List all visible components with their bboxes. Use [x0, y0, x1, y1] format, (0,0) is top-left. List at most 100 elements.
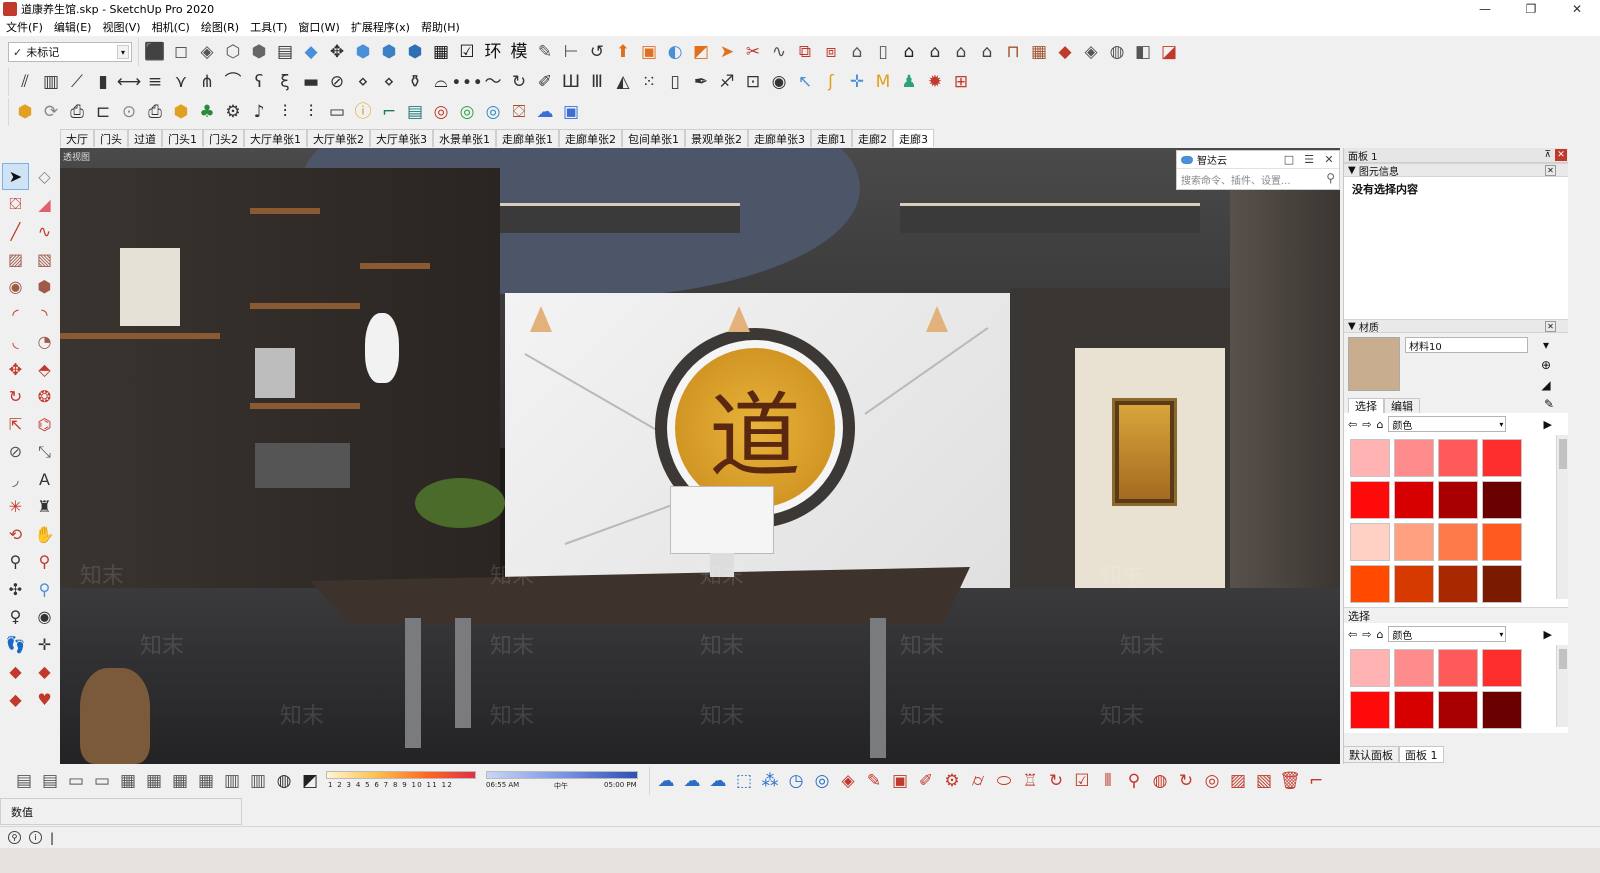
- tape-icon[interactable]: ↺: [584, 39, 610, 65]
- refresh-icon[interactable]: ⟳: [38, 99, 64, 125]
- cube-icon[interactable]: ⬛: [142, 39, 168, 65]
- fork-icon[interactable]: ⋎: [168, 69, 194, 95]
- front-view-icon[interactable]: ⬢: [402, 39, 428, 65]
- color-swatch[interactable]: [1394, 565, 1434, 603]
- edit-red-icon[interactable]: ✎: [861, 768, 887, 794]
- globe-red-icon[interactable]: ◍: [1147, 768, 1173, 794]
- outliner-icon[interactable]: ▦: [428, 39, 454, 65]
- color-swatch[interactable]: [1350, 439, 1390, 477]
- grid-flat-icon[interactable]: ⋄: [376, 69, 402, 95]
- top-view-icon[interactable]: ⬢: [376, 39, 402, 65]
- minimize-button[interactable]: —: [1462, 0, 1508, 18]
- select-arrow-icon[interactable]: ↖: [792, 69, 818, 95]
- color-swatch[interactable]: [1482, 691, 1522, 729]
- menu-item-1[interactable]: 编辑(E): [54, 19, 92, 35]
- scene-tab[interactable]: 走廊3: [893, 129, 934, 147]
- move-icon[interactable]: ✥: [2, 356, 29, 383]
- offset-icon[interactable]: ◩: [688, 39, 714, 65]
- device-icon[interactable]: ▣: [558, 99, 584, 125]
- entity-info-header[interactable]: ▼ 图元信息 ✕: [1344, 163, 1568, 178]
- color-swatch[interactable]: [1438, 481, 1478, 519]
- color-swatch[interactable]: [1438, 439, 1478, 477]
- text-icon[interactable]: A: [31, 466, 58, 493]
- orbit-icon[interactable]: ✥: [324, 39, 350, 65]
- info-icon[interactable]: i: [29, 831, 42, 844]
- cloud-icon[interactable]: ☁: [532, 99, 558, 125]
- scene-tab[interactable]: 大厅: [60, 129, 94, 147]
- menu-item-7[interactable]: 扩展程序(x): [351, 19, 410, 35]
- ens-icon[interactable]: ▤: [402, 99, 428, 125]
- dimension-icon[interactable]: ⤡: [31, 438, 58, 465]
- shaded-texture-icon[interactable]: ◆: [298, 39, 324, 65]
- hemisphere-icon[interactable]: ◉: [766, 69, 792, 95]
- cylinder-red-icon[interactable]: ⌭: [965, 768, 991, 794]
- shadow-time-slider[interactable]: 06:55 AM 中午 05:00 PM: [486, 767, 641, 795]
- door-icon[interactable]: ▯: [870, 39, 896, 65]
- paint-bucket-icon[interactable]: ⛋: [2, 191, 29, 218]
- paint-bucket-icon[interactable]: ⛋: [506, 99, 532, 125]
- globe-icon[interactable]: ◍: [271, 768, 297, 794]
- cloud-sync2-icon[interactable]: ☁: [679, 768, 705, 794]
- color-swatch[interactable]: [1394, 439, 1434, 477]
- hidden-line-icon[interactable]: ⬢: [246, 39, 272, 65]
- search-icon[interactable]: ⚲: [1326, 171, 1335, 185]
- pan-icon[interactable]: ✋: [31, 521, 58, 548]
- rotate-icon[interactable]: ↻: [2, 383, 29, 410]
- roof-icon[interactable]: ⌂: [974, 39, 1000, 65]
- cube-red-icon[interactable]: ◈: [835, 768, 861, 794]
- iso-view-icon[interactable]: ⬢: [350, 39, 376, 65]
- tape-measure-icon[interactable]: ⊘: [2, 438, 29, 465]
- layout6-icon[interactable]: ▥: [245, 768, 271, 794]
- protractor-icon[interactable]: ◞: [2, 466, 29, 493]
- corner-red-icon[interactable]: ⌐: [1303, 768, 1329, 794]
- line-icon[interactable]: ╱: [2, 218, 29, 245]
- capsule-red-icon[interactable]: ⬭: [991, 768, 1017, 794]
- stair-green-icon[interactable]: ⌐: [376, 99, 402, 125]
- offset-icon[interactable]: ⌬: [31, 411, 58, 438]
- zoom-icon[interactable]: ⚲: [2, 548, 29, 575]
- layout-icon[interactable]: ▦: [115, 768, 141, 794]
- scene-tab[interactable]: 门头1: [162, 129, 203, 147]
- forward-arrow-icon[interactable]: ⇨: [1362, 628, 1371, 641]
- cube3d-icon[interactable]: ◆: [1052, 39, 1078, 65]
- image-red-icon[interactable]: ▨: [1225, 768, 1251, 794]
- ramp-icon[interactable]: ⟋: [64, 69, 90, 95]
- color-swatch[interactable]: [1438, 691, 1478, 729]
- box-red2-icon[interactable]: ◆: [31, 658, 58, 685]
- 3d-text-icon[interactable]: ♜: [31, 493, 58, 520]
- rotate-icon[interactable]: ↻: [506, 69, 532, 95]
- color-swatch[interactable]: [1438, 565, 1478, 603]
- details-arrow-icon[interactable]: ▶: [1544, 628, 1552, 641]
- sliders-icon[interactable]: ⫶: [272, 99, 298, 125]
- curve-icon[interactable]: ∿: [766, 39, 792, 65]
- scene-tab[interactable]: 走廊单张1: [496, 129, 559, 147]
- branch-icon[interactable]: ⋔: [194, 69, 220, 95]
- check-red-icon[interactable]: ☑: [1069, 768, 1095, 794]
- wave-icon[interactable]: 〜: [480, 69, 506, 95]
- brush-icon[interactable]: ♐: [714, 69, 740, 95]
- dots-line-icon[interactable]: ∙∙∙: [451, 69, 483, 95]
- measurements-box[interactable]: 数值: [0, 798, 242, 825]
- color-swatch[interactable]: [1482, 649, 1522, 687]
- color-swatch[interactable]: [1394, 649, 1434, 687]
- back-arrow-icon[interactable]: ⇦: [1348, 628, 1357, 641]
- forward-arrow-icon[interactable]: ⇨: [1362, 418, 1371, 431]
- ma-icon[interactable]: M: [870, 69, 896, 95]
- chair-icon[interactable]: ⊓: [1000, 39, 1026, 65]
- pin-icon[interactable]: ⊼: [1544, 150, 1551, 160]
- menu-item-6[interactable]: 窗口(W): [298, 19, 339, 35]
- follow-me-icon[interactable]: ❂: [31, 383, 58, 410]
- position-camera-icon[interactable]: ♀: [2, 603, 29, 630]
- xray-icon[interactable]: ◈: [194, 39, 220, 65]
- back-arrow-icon[interactable]: ⇦: [1348, 418, 1357, 431]
- draw-icon[interactable]: ✐: [532, 69, 558, 95]
- swirl-green-icon[interactable]: ◎: [454, 99, 480, 125]
- align-icon[interactable]: ≡: [142, 69, 168, 95]
- mesh-icon[interactable]: ▦: [1026, 39, 1052, 65]
- check-icon[interactable]: ☑: [454, 39, 480, 65]
- tag-select[interactable]: ✓ 未标记 ▾: [8, 42, 132, 62]
- pen-icon[interactable]: ✎: [532, 39, 558, 65]
- menu-item-5[interactable]: 工具(T): [250, 19, 287, 35]
- cloud-sync-icon[interactable]: ☁: [653, 768, 679, 794]
- tab-tray-1[interactable]: 面板 1: [1399, 746, 1444, 763]
